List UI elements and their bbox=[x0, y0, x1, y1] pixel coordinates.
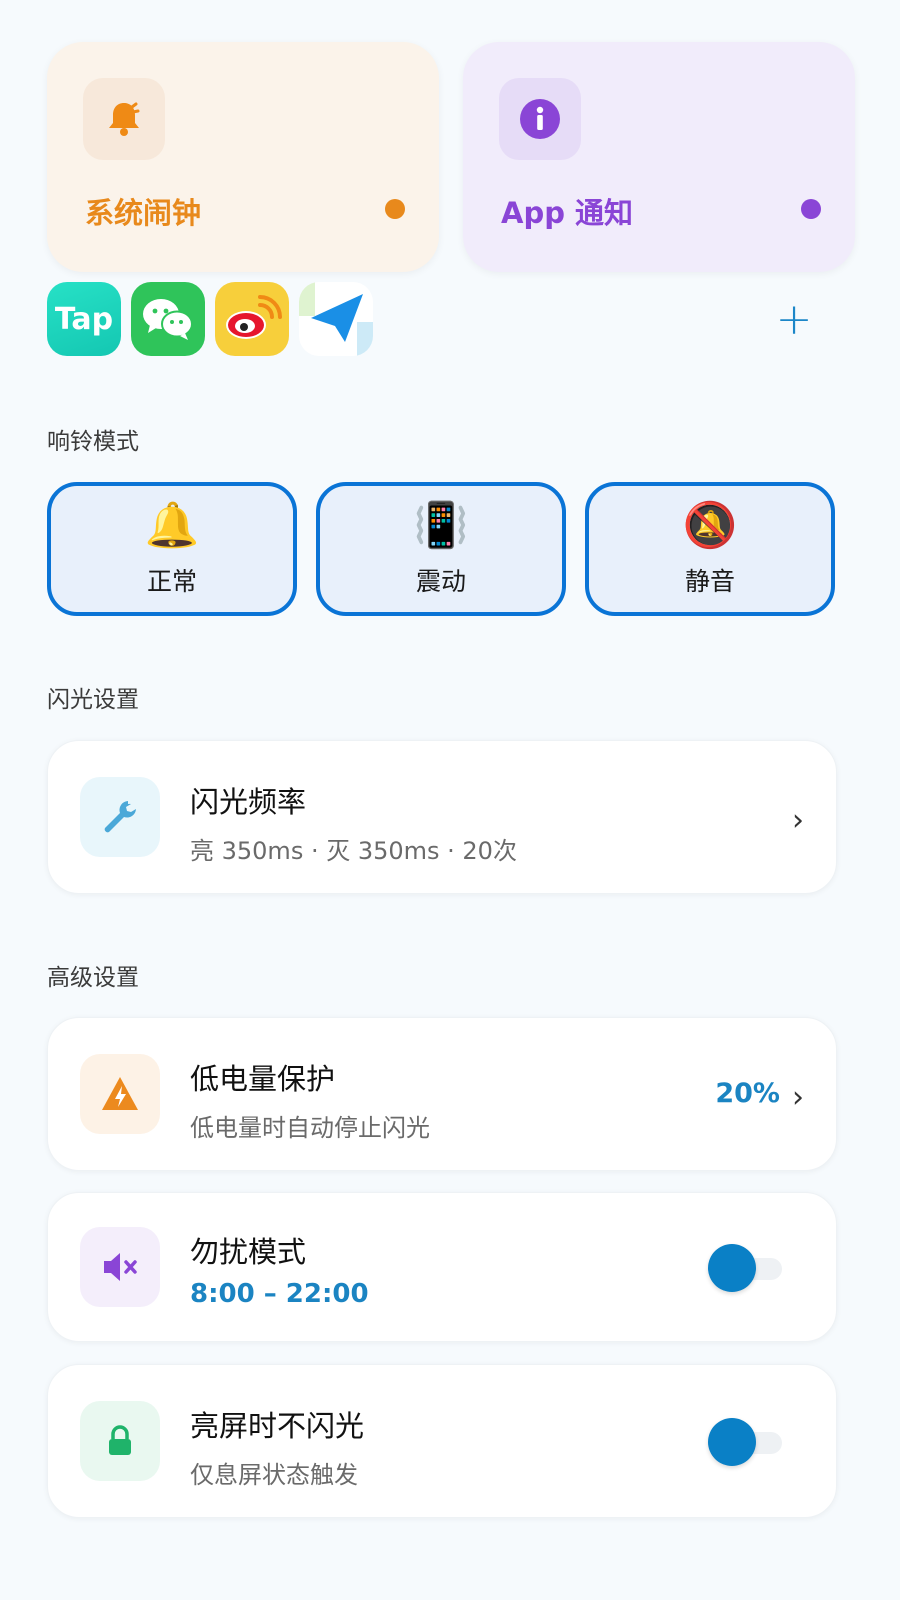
app-page: 系统闹钟 App 通知 Tap + 响铃模式 🔔 正常 📳 震动 🔕 静音 闪光… bbox=[0, 0, 900, 1600]
lock-icon bbox=[80, 1401, 160, 1481]
toggle-knob bbox=[708, 1418, 756, 1466]
paper-plane-app-icon[interactable] bbox=[299, 282, 373, 356]
flash-frequency-card[interactable]: 闪光频率 亮 350ms · 灭 350ms · 20次 › bbox=[47, 740, 837, 894]
ring-mode-silent-button[interactable]: 🔕 静音 bbox=[585, 482, 835, 616]
flash-section-title: 闪光设置 bbox=[47, 687, 139, 713]
wrench-icon bbox=[80, 777, 160, 857]
ring-mode-silent-label: 静音 bbox=[684, 567, 735, 596]
chevron-right-icon: › bbox=[792, 803, 804, 838]
ring-mode-section-title: 响铃模式 bbox=[47, 429, 139, 455]
flash-frequency-title: 闪光频率 bbox=[190, 785, 307, 819]
ring-mode-group: 🔔 正常 📳 震动 🔕 静音 bbox=[47, 482, 837, 616]
screen-on-toggle[interactable] bbox=[708, 1418, 782, 1466]
advanced-section-title: 高级设置 bbox=[47, 965, 139, 991]
screen-on-desc: 仅息屏状态触发 bbox=[190, 1461, 358, 1489]
dnd-title: 勿扰模式 bbox=[190, 1235, 307, 1269]
taptap-app-icon[interactable]: Tap bbox=[47, 282, 121, 356]
dnd-toggle[interactable] bbox=[708, 1244, 782, 1292]
dnd-time-range[interactable]: 8:00 – 22:00 bbox=[190, 1279, 369, 1309]
toggle-knob bbox=[708, 1244, 756, 1292]
system-alarm-label: 系统闹钟 bbox=[85, 196, 202, 230]
bell-icon: 🔔 bbox=[144, 500, 200, 551]
alarm-status-dot bbox=[385, 199, 405, 219]
taptap-label: Tap bbox=[54, 301, 114, 337]
vibrate-icon: 📳 bbox=[413, 500, 469, 551]
ring-mode-normal-label: 正常 bbox=[146, 567, 197, 596]
ring-mode-vibrate-label: 震动 bbox=[415, 567, 466, 596]
notify-status-dot bbox=[801, 199, 821, 219]
ring-mode-vibrate-button[interactable]: 📳 震动 bbox=[316, 482, 566, 616]
weibo-app-icon[interactable] bbox=[215, 282, 289, 356]
info-icon bbox=[499, 78, 581, 160]
bell-icon bbox=[83, 78, 165, 160]
add-app-button[interactable]: + bbox=[774, 298, 814, 342]
top-cards: 系统闹钟 App 通知 bbox=[47, 42, 855, 272]
system-alarm-card[interactable]: 系统闹钟 bbox=[47, 42, 439, 272]
app-notification-card[interactable]: App 通知 bbox=[463, 42, 855, 272]
do-not-disturb-card: 勿扰模式 8:00 – 22:00 bbox=[47, 1192, 837, 1342]
wechat-app-icon[interactable] bbox=[131, 282, 205, 356]
muted-bell-icon: 🔕 bbox=[682, 500, 738, 551]
low-battery-value: 20% bbox=[715, 1078, 780, 1109]
ring-mode-normal-button[interactable]: 🔔 正常 bbox=[47, 482, 297, 616]
mute-speaker-icon bbox=[80, 1227, 160, 1307]
app-icon-list: Tap bbox=[47, 282, 373, 358]
screen-on-no-flash-card: 亮屏时不闪光 仅息屏状态触发 bbox=[47, 1364, 837, 1518]
warning-icon bbox=[80, 1054, 160, 1134]
low-battery-desc: 低电量时自动停止闪光 bbox=[190, 1114, 430, 1142]
low-battery-card[interactable]: 低电量保护 低电量时自动停止闪光 20% › bbox=[47, 1017, 837, 1171]
flash-frequency-detail: 亮 350ms · 灭 350ms · 20次 bbox=[190, 837, 517, 865]
screen-on-title: 亮屏时不闪光 bbox=[190, 1409, 365, 1443]
low-battery-title: 低电量保护 bbox=[190, 1062, 336, 1096]
chevron-right-icon: › bbox=[792, 1080, 804, 1115]
app-notification-label: App 通知 bbox=[501, 196, 634, 230]
